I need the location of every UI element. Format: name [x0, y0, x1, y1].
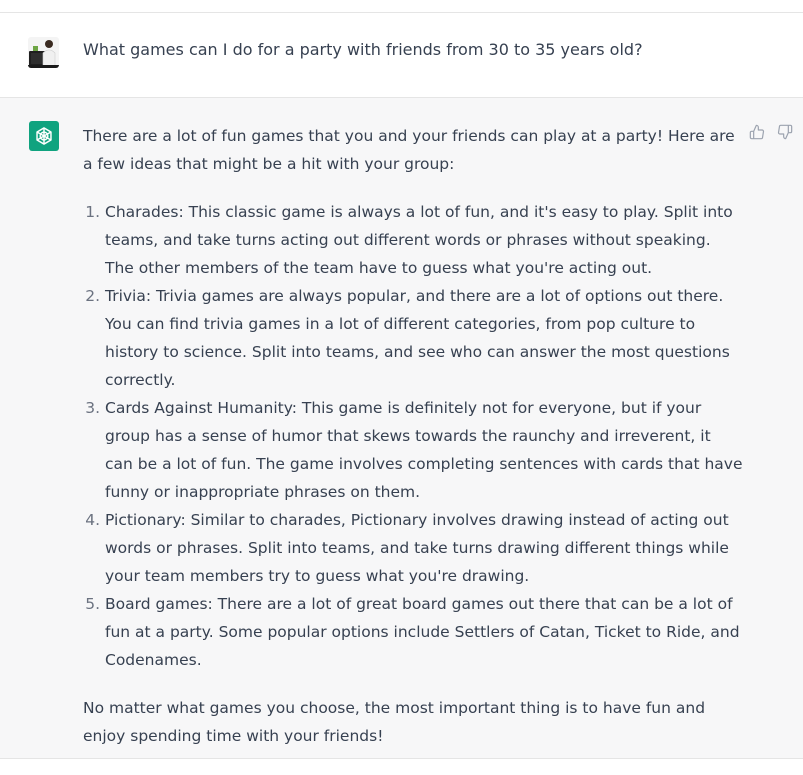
user-avatar — [28, 37, 59, 68]
games-list: Charades: This classic game is always a … — [83, 198, 743, 674]
assistant-avatar — [29, 121, 59, 151]
openai-logo-icon — [36, 127, 52, 145]
thumbs-up-button[interactable] — [749, 124, 765, 140]
answer-outro: No matter what games you choose, the mos… — [83, 699, 706, 745]
user-message-row: What games can I do for a party with fri… — [0, 13, 803, 98]
list-item: Cards Against Humanity: This game is def… — [105, 394, 743, 506]
list-item: Charades: This classic game is always a … — [105, 198, 743, 282]
user-photo-icon — [28, 37, 59, 68]
assistant-message-row: There are a lot of fun games that you an… — [0, 98, 803, 759]
feedback-buttons — [749, 124, 793, 140]
thumbs-down-icon — [777, 124, 793, 140]
top-divider — [0, 0, 803, 13]
thumbs-down-button[interactable] — [777, 124, 793, 140]
user-message-text: What games can I do for a party with fri… — [83, 40, 643, 59]
thumbs-up-icon — [749, 124, 765, 140]
list-item: Board games: There are a lot of great bo… — [105, 590, 743, 674]
list-item: Trivia: Trivia games are always popular,… — [105, 282, 743, 394]
bottom-area — [0, 759, 803, 775]
list-item: Pictionary: Similar to charades, Piction… — [105, 506, 743, 590]
assistant-message-body: There are a lot of fun games that you an… — [83, 122, 743, 750]
answer-intro: There are a lot of fun games that you an… — [83, 127, 735, 173]
